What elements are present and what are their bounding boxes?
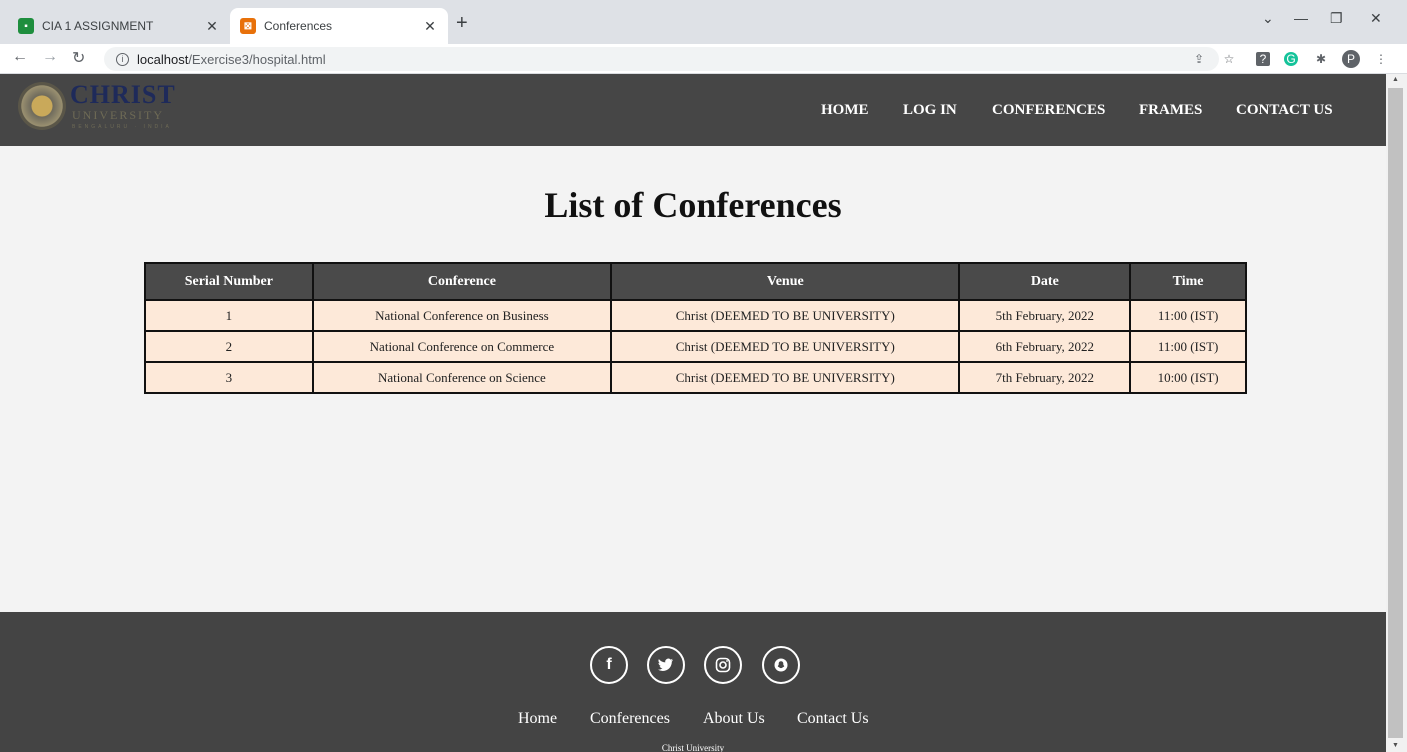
cell-venue: Christ (DEEMED TO BE UNIVERSITY) — [610, 361, 961, 394]
url-host: localhost — [137, 51, 189, 67]
page-favicon-icon: ⊠ — [240, 18, 256, 34]
nav-contact-us[interactable]: CONTACT US — [1236, 102, 1333, 119]
url-path: /Exercise3/hospital.html — [188, 51, 326, 67]
cell-serial: 2 — [144, 330, 314, 363]
nav-frames[interactable]: FRAMES — [1139, 102, 1202, 119]
browser-tab-cia[interactable]: ▪ CIA 1 ASSIGNMENT ✕ — [8, 8, 230, 44]
cell-conference: National Conference on Commerce — [311, 330, 613, 363]
extension-help-icon[interactable]: ? — [1256, 52, 1270, 66]
cell-time: 10:00 (IST) — [1129, 361, 1247, 394]
cell-venue: Christ (DEEMED TO BE UNIVERSITY) — [610, 299, 961, 332]
snapchat-icon[interactable] — [762, 646, 800, 684]
nav-conferences[interactable]: CONFERENCES — [992, 102, 1105, 119]
page-title: List of Conferences — [544, 185, 842, 225]
tab-search-icon[interactable]: ⌄ — [1262, 10, 1274, 27]
profile-avatar[interactable]: P — [1342, 50, 1360, 68]
back-icon[interactable]: ← — [12, 48, 28, 66]
tab-title: Conferences — [264, 19, 333, 33]
menu-kebab-icon[interactable]: ⋮ — [1372, 50, 1390, 68]
cell-time: 11:00 (IST) — [1129, 299, 1247, 332]
cell-conference: National Conference on Science — [311, 361, 613, 394]
browser-tab-conferences[interactable]: ⊠ Conferences ✕ — [230, 8, 448, 44]
university-seal-icon — [18, 82, 66, 130]
url-input[interactable]: i localhost/Exercise3/hospital.html — [104, 47, 1219, 71]
column-header-time: Time — [1129, 262, 1247, 301]
logo-subtitle: UNIVERSITY — [72, 108, 164, 122]
nav-log-in[interactable]: LOG IN — [903, 102, 957, 119]
share-icon[interactable]: ⇪ — [1190, 50, 1208, 68]
instagram-icon[interactable] — [704, 646, 742, 684]
cell-date: 6th February, 2022 — [958, 330, 1132, 363]
cell-serial: 1 — [144, 299, 314, 332]
scroll-down-icon[interactable]: ▼ — [1392, 742, 1399, 749]
browser-tab-bar: ▪ CIA 1 ASSIGNMENT ✕ ⊠ Conferences ✕ + ⌄… — [0, 0, 1407, 44]
conferences-table: Serial Number Conference Venue Date Time… — [144, 262, 1247, 394]
table-row: 1 National Conference on Business Christ… — [144, 299, 1247, 332]
column-header-serial: Serial Number — [144, 262, 314, 301]
grammarly-icon[interactable]: G — [1284, 52, 1298, 66]
footer-link-home[interactable]: Home — [518, 710, 557, 728]
cell-conference: National Conference on Business — [311, 299, 613, 332]
address-toolbar: ← → ↻ i localhost/Exercise3/hospital.htm… — [0, 44, 1407, 74]
christ-university-logo[interactable]: CHRIST UNIVERSITY BENGALURU · INDIA — [18, 80, 218, 136]
info-icon[interactable]: i — [116, 52, 129, 66]
extensions-puzzle-icon[interactable]: ✱ — [1312, 50, 1330, 68]
logo-name: CHRIST — [70, 80, 176, 109]
footer-link-contact-us[interactable]: Contact Us — [797, 710, 869, 728]
facebook-icon[interactable]: f — [590, 646, 628, 684]
scroll-up-icon[interactable]: ▲ — [1392, 76, 1399, 83]
logo-place: BENGALURU · INDIA — [72, 124, 172, 130]
scrollbar-thumb[interactable] — [1388, 88, 1403, 738]
cell-date: 5th February, 2022 — [958, 299, 1132, 332]
column-header-date: Date — [958, 262, 1132, 301]
footer-link-conferences[interactable]: Conferences — [590, 710, 670, 728]
new-tab-icon[interactable]: + — [456, 12, 468, 35]
tab-title: CIA 1 ASSIGNMENT — [42, 19, 154, 33]
reload-icon[interactable]: ↻ — [72, 48, 85, 68]
page-scrollbar[interactable]: ▲ ▼ — [1386, 74, 1407, 752]
close-icon[interactable]: ✕ — [422, 18, 438, 35]
bookmark-star-icon[interactable]: ☆ — [1220, 50, 1238, 68]
close-icon[interactable]: ✕ — [204, 18, 220, 35]
footer-link-about-us[interactable]: About Us — [703, 710, 765, 728]
cell-venue: Christ (DEEMED TO BE UNIVERSITY) — [610, 330, 961, 363]
table-row: 3 National Conference on Science Christ … — [144, 361, 1247, 394]
cell-serial: 3 — [144, 361, 314, 394]
column-header-conference: Conference — [311, 262, 613, 301]
site-footer: f Home Conferences About Us Contact Us C… — [0, 612, 1386, 752]
nav-home[interactable]: HOME — [821, 102, 869, 119]
table-header-row: Serial Number Conference Venue Date Time — [144, 262, 1247, 301]
maximize-icon[interactable]: ❐ — [1330, 10, 1343, 27]
minimize-icon[interactable]: — — [1294, 10, 1308, 26]
table-row: 2 National Conference on Commerce Christ… — [144, 330, 1247, 363]
column-header-venue: Venue — [610, 262, 961, 301]
cell-date: 7th February, 2022 — [958, 361, 1132, 394]
classroom-icon: ▪ — [18, 18, 34, 34]
twitter-icon[interactable] — [647, 646, 685, 684]
cell-time: 11:00 (IST) — [1129, 330, 1247, 363]
copyright-text: Christ University — [661, 743, 725, 752]
window-close-icon[interactable]: ✕ — [1370, 10, 1382, 27]
forward-icon[interactable]: → — [42, 48, 58, 66]
site-header: CHRIST UNIVERSITY BENGALURU · INDIA HOME… — [0, 74, 1386, 146]
